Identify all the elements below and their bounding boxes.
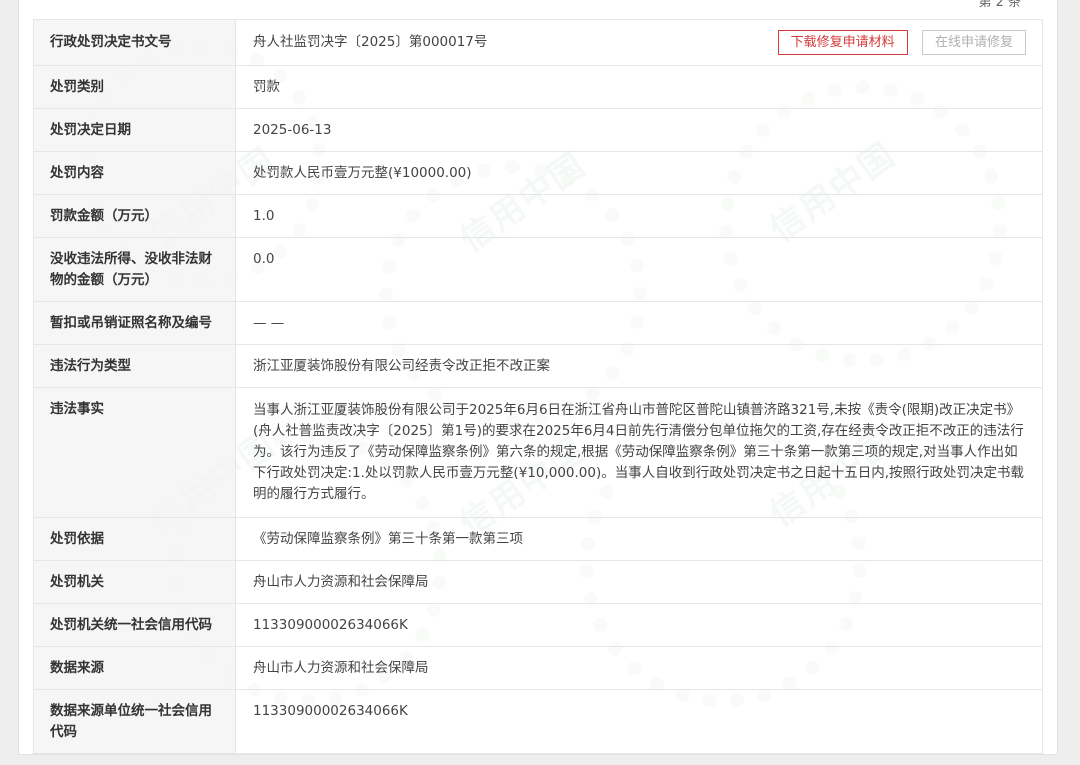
table-row: 罚款金额（万元） 1.0 xyxy=(33,194,1043,238)
row-label: 处罚类别 xyxy=(33,65,236,109)
row-label: 数据来源单位统一社会信用代码 xyxy=(33,689,236,754)
table-row: 处罚机关 舟山市人力资源和社会保障局 xyxy=(33,560,1043,604)
row-value: 1.0 xyxy=(235,194,1043,238)
page-indicator: 第 2 条 xyxy=(978,0,1021,10)
penalty-detail-panel: 第 2 条 信用中国 信用中国 信用中国 信用中国 信用中国 信用中国 行政处罚… xyxy=(18,0,1058,755)
penalty-info-table: 行政处罚决定书文号 舟人社监罚决字〔2025〕第000017号 下载修复申请材料… xyxy=(33,19,1043,754)
row-value: 11330900002634066K xyxy=(235,689,1043,754)
row-value: 浙江亚厦装饰股份有限公司经责令改正拒不改正案 xyxy=(235,344,1043,388)
row-label: 违法事实 xyxy=(33,387,236,518)
row-value: — — xyxy=(235,301,1043,345)
row-label: 行政处罚决定书文号 xyxy=(33,19,236,66)
row-label: 没收违法所得、没收非法财物的金额（万元） xyxy=(33,237,236,302)
table-row: 数据来源单位统一社会信用代码 11330900002634066K xyxy=(33,689,1043,754)
online-repair-button[interactable]: 在线申请修复 xyxy=(921,30,1026,55)
row-label: 处罚机关 xyxy=(33,560,236,604)
row-value-cell: 舟人社监罚决字〔2025〕第000017号 下载修复申请材料 在线申请修复 xyxy=(235,19,1043,66)
table-row: 处罚类别 罚款 xyxy=(33,65,1043,109)
decision-number: 舟人社监罚决字〔2025〕第000017号 xyxy=(253,34,488,50)
row-label: 处罚决定日期 xyxy=(33,108,236,152)
row-value: 《劳动保障监察条例》第三十条第一款第三项 xyxy=(235,517,1043,561)
row-label: 处罚机关统一社会信用代码 xyxy=(33,603,236,647)
table-row: 没收违法所得、没收非法财物的金额（万元） 0.0 xyxy=(33,237,1043,302)
row-value: 当事人浙江亚厦装饰股份有限公司于2025年6月6日在浙江省舟山市普陀区普陀山镇普… xyxy=(235,387,1043,518)
table-row: 行政处罚决定书文号 舟人社监罚决字〔2025〕第000017号 下载修复申请材料… xyxy=(33,19,1043,66)
row-value: 舟山市人力资源和社会保障局 xyxy=(235,560,1043,604)
row-label: 罚款金额（万元） xyxy=(33,194,236,238)
row-value: 处罚款人民币壹万元整(¥10000.00) xyxy=(235,151,1043,195)
row-label: 处罚依据 xyxy=(33,517,236,561)
table-row: 违法行为类型 浙江亚厦装饰股份有限公司经责令改正拒不改正案 xyxy=(33,344,1043,388)
row-label: 数据来源 xyxy=(33,646,236,690)
row-label: 违法行为类型 xyxy=(33,344,236,388)
table-row: 数据来源 舟山市人力资源和社会保障局 xyxy=(33,646,1043,690)
row-value: 2025-06-13 xyxy=(235,108,1043,152)
row-value: 罚款 xyxy=(235,65,1043,109)
row-label: 暂扣或吊销证照名称及编号 xyxy=(33,301,236,345)
row-label: 处罚内容 xyxy=(33,151,236,195)
table-row: 处罚决定日期 2025-06-13 xyxy=(33,108,1043,152)
download-repair-materials-button[interactable]: 下载修复申请材料 xyxy=(777,30,908,55)
table-row: 处罚内容 处罚款人民币壹万元整(¥10000.00) xyxy=(33,151,1043,195)
table-row: 违法事实 当事人浙江亚厦装饰股份有限公司于2025年6月6日在浙江省舟山市普陀区… xyxy=(33,387,1043,518)
row-value: 11330900002634066K xyxy=(235,603,1043,647)
row-value: 舟山市人力资源和社会保障局 xyxy=(235,646,1043,690)
row-value: 0.0 xyxy=(235,237,1043,302)
action-buttons: 下载修复申请材料 在线申请修复 xyxy=(768,30,1026,55)
table-row: 处罚机关统一社会信用代码 11330900002634066K xyxy=(33,603,1043,647)
table-row: 暂扣或吊销证照名称及编号 — — xyxy=(33,301,1043,345)
table-row: 处罚依据 《劳动保障监察条例》第三十条第一款第三项 xyxy=(33,517,1043,561)
